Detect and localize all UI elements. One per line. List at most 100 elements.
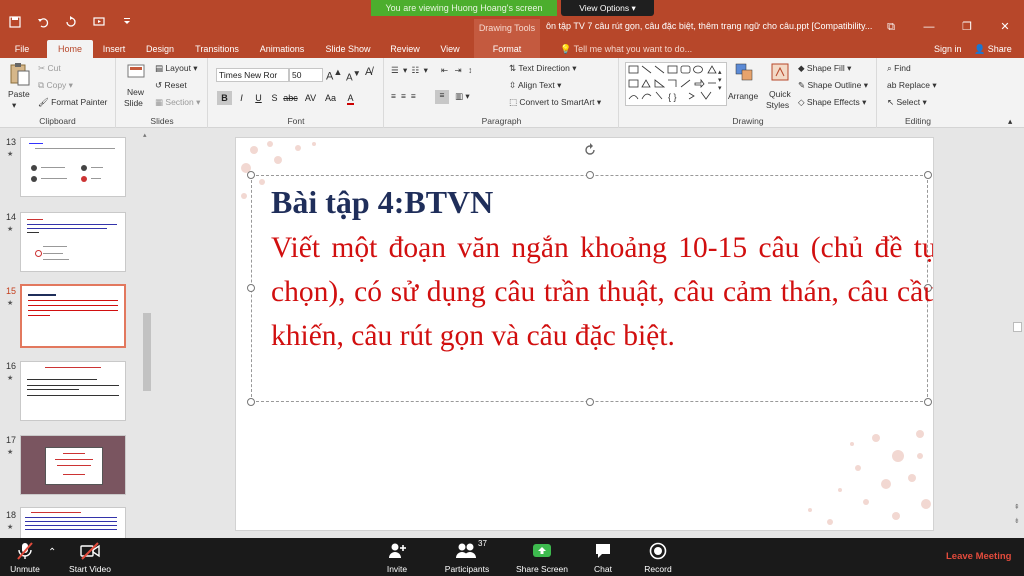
- scroll-up-icon[interactable]: ▴: [143, 131, 147, 139]
- minimize-button[interactable]: —: [910, 16, 948, 38]
- tell-me-box[interactable]: 💡 Tell me what you want to do...: [560, 40, 692, 58]
- tab-slide-show[interactable]: Slide Show: [322, 40, 374, 58]
- tab-home[interactable]: Home: [47, 40, 93, 58]
- format-painter-button[interactable]: 🖌 Format Painter: [38, 97, 107, 108]
- arrange-button[interactable]: Arrange: [728, 91, 758, 101]
- resize-handle-left[interactable]: [247, 284, 255, 292]
- invite-button[interactable]: Invite: [382, 541, 412, 574]
- tab-animations[interactable]: Animations: [254, 40, 310, 58]
- close-button[interactable]: ✕: [986, 16, 1024, 38]
- tab-insert[interactable]: Insert: [97, 40, 131, 58]
- chat-button[interactable]: Chat: [590, 541, 616, 574]
- thumbnail-scroll-thumb[interactable]: [143, 313, 151, 391]
- columns-icon[interactable]: ▥ ▾: [455, 91, 470, 102]
- resize-handle-bottom[interactable]: [586, 398, 594, 406]
- arrange-icon[interactable]: [734, 62, 758, 86]
- font-color-icon[interactable]: A: [343, 91, 358, 105]
- change-case-icon[interactable]: Aa: [323, 91, 338, 105]
- slide-thumbnail-15[interactable]: [20, 284, 126, 348]
- tab-design[interactable]: Design: [141, 40, 179, 58]
- increase-font-icon[interactable]: A▲: [326, 67, 342, 83]
- decrease-font-icon[interactable]: A▼: [346, 68, 361, 83]
- indent-icons[interactable]: ⇤ ⇥ ↕: [441, 65, 474, 76]
- text-direction-button[interactable]: ⇅ Text Direction ▾: [509, 63, 576, 74]
- select-button[interactable]: ↖ Select ▾: [887, 97, 927, 108]
- slide-scrollbar[interactable]: ⇞ ⇟: [1011, 129, 1024, 538]
- collapse-ribbon-icon[interactable]: ▴: [1008, 116, 1012, 127]
- start-slideshow-icon[interactable]: [92, 16, 106, 31]
- slide-thumbnail-13[interactable]: [20, 137, 126, 197]
- share-button[interactable]: 👤 Share: [974, 40, 1012, 58]
- shapes-gallery[interactable]: { }: [625, 62, 727, 106]
- new-slide-icon[interactable]: [126, 62, 150, 86]
- clear-formatting-icon[interactable]: A̸: [365, 66, 372, 78]
- next-slide-icon[interactable]: ⇟: [1014, 517, 1020, 525]
- slide-body-text[interactable]: Viết một đoạn văn ngắn khoảng 10-15 câu …: [271, 226, 933, 358]
- paste-button[interactable]: Paste: [8, 89, 30, 99]
- font-name-field[interactable]: Times New Ror: [216, 68, 289, 82]
- reset-button[interactable]: ↺ Reset: [155, 80, 187, 91]
- section-button[interactable]: ▦ Section ▾: [155, 97, 200, 108]
- shadow-button[interactable]: S: [267, 91, 282, 105]
- customize-qat-icon[interactable]: [120, 16, 134, 31]
- unmute-button[interactable]: Unmute: [4, 541, 46, 574]
- redo-icon[interactable]: [64, 16, 78, 31]
- paste-icon[interactable]: [8, 62, 32, 86]
- tab-review[interactable]: Review: [386, 40, 424, 58]
- slide-thumbnail-17[interactable]: [20, 435, 126, 495]
- slide-thumbnail-14[interactable]: [20, 212, 126, 272]
- ribbon-display-icon[interactable]: ⧉: [872, 16, 910, 38]
- shape-fill-button[interactable]: ◆ Shape Fill ▾: [798, 63, 851, 74]
- resize-handle-top-right[interactable]: [924, 171, 932, 179]
- previous-slide-icon[interactable]: ⇞: [1014, 503, 1020, 511]
- audio-options-icon[interactable]: ⌃: [48, 547, 56, 558]
- share-screen-button[interactable]: Share Screen: [514, 541, 570, 574]
- layout-button[interactable]: ▤ Layout ▾: [155, 63, 198, 74]
- view-options-button[interactable]: View Options ▾: [561, 0, 654, 16]
- strikethrough-button[interactable]: abc: [283, 91, 298, 105]
- shape-outline-button[interactable]: ✎ Shape Outline ▾: [798, 80, 868, 91]
- paste-dropdown-icon[interactable]: ▾: [12, 100, 16, 111]
- character-spacing-icon[interactable]: AV: [303, 91, 318, 105]
- slide-thumbnail-16[interactable]: [20, 361, 126, 421]
- tab-format[interactable]: Format: [474, 40, 540, 58]
- justify-button[interactable]: ≡: [435, 90, 449, 104]
- new-slide-label-1[interactable]: New: [127, 87, 144, 97]
- leave-meeting-button[interactable]: Leave Meeting: [946, 551, 1011, 562]
- underline-button[interactable]: U: [251, 91, 266, 105]
- quick-styles-icon[interactable]: [770, 62, 794, 86]
- tab-view[interactable]: View: [434, 40, 466, 58]
- tab-file[interactable]: File: [6, 40, 38, 58]
- slide-canvas[interactable]: Bài tập 4:BTVN Viết một đoạn văn ngắn kh…: [235, 137, 934, 531]
- quick-styles-label-1[interactable]: Quick: [769, 89, 791, 99]
- new-slide-label-2[interactable]: Slide: [124, 98, 143, 108]
- resize-handle-bottom-left[interactable]: [247, 398, 255, 406]
- cut-button[interactable]: ✂ Cut: [38, 63, 61, 74]
- slide-title[interactable]: Bài tập 4:BTVN: [271, 184, 493, 221]
- thumbnail-scrollbar[interactable]: ▴: [141, 129, 153, 538]
- bullets-icon[interactable]: ☰ ▾ ☷ ▾: [391, 65, 429, 76]
- start-video-button[interactable]: Start Video: [64, 541, 116, 574]
- record-button[interactable]: Record: [640, 541, 676, 574]
- save-icon[interactable]: [8, 16, 22, 31]
- resize-handle-bottom-right[interactable]: [924, 398, 932, 406]
- resize-handle-top[interactable]: [586, 171, 594, 179]
- convert-smartart-button[interactable]: ⬚ Convert to SmartArt ▾: [509, 97, 601, 108]
- shape-effects-button[interactable]: ◇ Shape Effects ▾: [798, 97, 866, 108]
- align-text-button[interactable]: ⇳ Align Text ▾: [509, 80, 561, 91]
- undo-icon[interactable]: [36, 16, 50, 31]
- quick-styles-label-2[interactable]: Styles: [766, 100, 789, 110]
- slide-scroll-thumb[interactable]: [1013, 322, 1022, 332]
- replace-button[interactable]: ab Replace ▾: [887, 80, 937, 91]
- italic-button[interactable]: I: [234, 91, 249, 105]
- tab-transitions[interactable]: Transitions: [191, 40, 243, 58]
- slide-thumbnail-18[interactable]: [20, 507, 126, 538]
- align-buttons[interactable]: ≡≡≡: [391, 91, 421, 101]
- restore-button[interactable]: ❐: [948, 16, 986, 38]
- find-button[interactable]: ⌕ Find: [887, 63, 911, 74]
- bold-button[interactable]: B: [217, 91, 232, 105]
- font-size-field[interactable]: 50: [289, 68, 323, 82]
- gallery-scroll-icon[interactable]: ▴ ▾ ▾: [718, 68, 722, 92]
- copy-button[interactable]: ⧉ Copy ▾: [38, 80, 73, 91]
- text-placeholder[interactable]: Bài tập 4:BTVN Viết một đoạn văn ngắn kh…: [247, 171, 933, 406]
